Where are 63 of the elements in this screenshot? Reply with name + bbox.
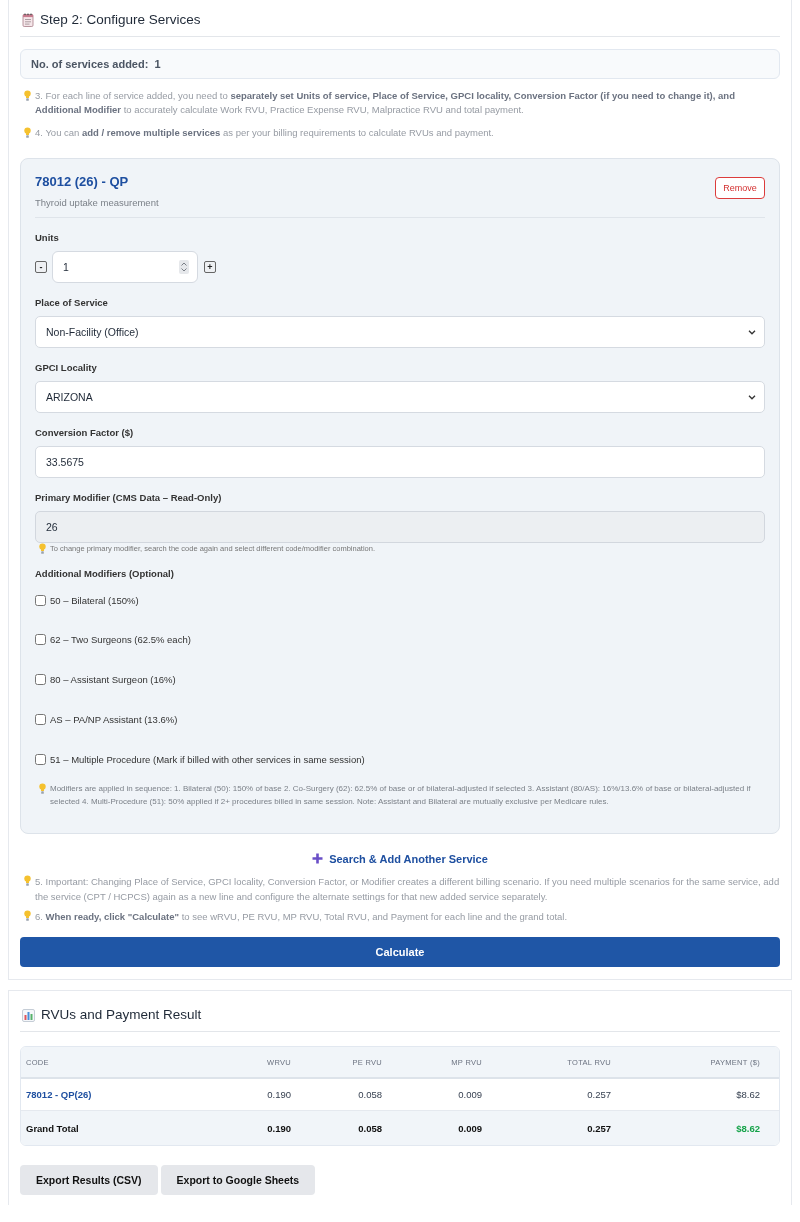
- units-input[interactable]: 1: [52, 251, 198, 283]
- field-label: Place of Service: [35, 297, 109, 309]
- primary-modifier-input[interactable]: 26: [35, 511, 765, 543]
- checkbox-label: 50 – Bilateral (150%): [50, 594, 139, 606]
- place-of-service-select[interactable]: Non-Facility (Office): [35, 316, 765, 348]
- table-cell-text: 0.190: [267, 1089, 292, 1100]
- count-label: No. of services added:: [31, 58, 149, 70]
- total-cell-text: 0.257: [587, 1122, 612, 1134]
- total-cell-text: $8.62: [736, 1122, 761, 1134]
- checkbox-label: 51 – Multiple Procedure (Mark if billed with other services in same session): [50, 753, 365, 765]
- checkbox[interactable]: [35, 594, 46, 606]
- lightbulb-icon: [39, 543, 46, 554]
- field-label: Primary Modifier (CMS Data – Read-Only): [35, 492, 223, 504]
- total-cell-text: 0.009: [458, 1122, 483, 1134]
- lightbulb-icon: [24, 910, 31, 921]
- count-value: 1: [154, 58, 161, 70]
- gpci-locality-select[interactable]: ARIZONA: [35, 381, 765, 413]
- field-label: Conversion Factor ($): [35, 427, 135, 439]
- notepad-icon: [22, 13, 34, 27]
- table-cell-text: 0.009: [458, 1089, 483, 1100]
- add-service-link[interactable]: Search & Add Another Service: [312, 850, 488, 867]
- chevron-down-icon: [748, 329, 756, 335]
- checkbox[interactable]: [35, 674, 46, 685]
- service-description: Thyroid uptake measurement: [35, 196, 159, 209]
- note-text: Modifiers are applied in sequence: 1. Bilateral (50): 150% of base 2. Co-Surgery (62): 62.5% of base or of bilateral-adjusted if selected 3. Assistant (80/AS): 16%/13.6% of base or bilateral-adjusted if selected 4. Multi-Procedure (51): 50% applied if 2+ procedures billed in same session. Note: Assistant and Bilateral are mutually exclusive per Medicare rules.: [50, 783, 752, 808]
- checkbox[interactable]: [35, 753, 46, 765]
- export-button[interactable]: Export Results (CSV): [20, 1165, 158, 1195]
- field-label: Units: [35, 232, 60, 244]
- chevron-down-icon: [748, 394, 756, 400]
- total-label: Grand Total: [25, 1122, 80, 1134]
- lightbulb-icon: [24, 127, 31, 138]
- field-label: Additional Modifiers (Optional): [35, 568, 175, 580]
- section-title: RVUs and Payment Result: [41, 1006, 202, 1024]
- lightbulb-icon: [24, 875, 31, 886]
- table-cell-text: $8.62: [736, 1089, 761, 1100]
- checkbox[interactable]: [35, 713, 46, 725]
- calculate-button[interactable]: Calculate: [20, 937, 780, 967]
- total-cell-text: 0.190: [267, 1122, 292, 1134]
- spinner-icon[interactable]: [179, 260, 189, 274]
- lightbulb-icon: [39, 783, 46, 794]
- checkbox[interactable]: [35, 634, 46, 646]
- table-cell-text: 0.257: [587, 1089, 612, 1100]
- section-title: Step 2: Configure Services: [40, 11, 201, 29]
- checkbox-label: AS – PA/NP Assistant (13.6%): [50, 713, 178, 725]
- bar-chart-icon: [22, 1008, 35, 1022]
- total-cell-text: 0.058: [358, 1122, 383, 1134]
- field-label: GPCI Locality: [35, 362, 98, 374]
- note-text: 3. For each line of service added, you need to separately set Units of service, Place of Service, GPCI locality, Conversion Factor (if you need to change it), and Additional Modifier to accurately calculate Work RVU, Practice Expense RVU, Malpractice RVU and total payment.: [35, 89, 736, 117]
- export-button[interactable]: Export to Google Sheets: [160, 1165, 316, 1195]
- lightbulb-icon: [24, 90, 31, 101]
- note-text: 4. You can add / remove multiple services as per your billing requirements to calculate RVUs and payment.: [35, 126, 495, 140]
- table-cell-text: 0.058: [358, 1089, 383, 1100]
- increment-button[interactable]: +: [204, 261, 216, 273]
- checkbox-label: 62 – Two Surgeons (62.5% each): [50, 634, 191, 646]
- service-title: 78012 (26) - QP: [35, 174, 130, 190]
- note-text: 5. Important: Changing Place of Service, GPCI locality, Conversion Factor, or Modifier creates a different billing scenario. If you need multiple scenarios for the same service, add the service (CPT / HCPCS) again as a new line and configure the alternate settings for that new added service separately.: [35, 875, 780, 904]
- code-cell-text: 78012 - QP(26): [25, 1089, 93, 1100]
- note-text: 6. When ready, click "Calculate" to see wRVU, PE RVU, MP RVU, Total RVU, and Payment for each line and the grand total.: [35, 910, 569, 924]
- checkbox-label: 80 – Assistant Surgeon (16%): [50, 674, 176, 685]
- conversion-factor-input[interactable]: 33.5675: [35, 446, 765, 478]
- remove-button[interactable]: Remove: [715, 176, 765, 199]
- decrement-button[interactable]: -: [35, 261, 47, 273]
- plus-icon: [312, 853, 324, 864]
